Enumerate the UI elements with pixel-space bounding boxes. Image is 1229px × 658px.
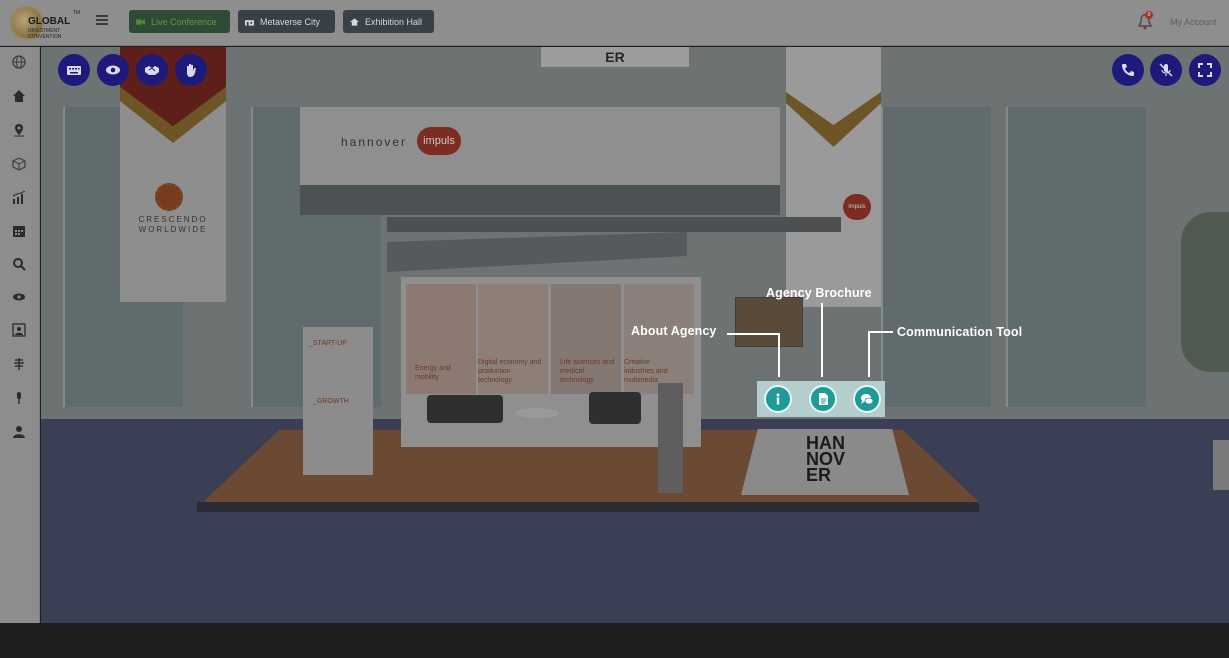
crescendo-logo-icon <box>155 183 183 211</box>
info-icon <box>776 393 780 405</box>
sidebar-item-calendar[interactable] <box>11 224 26 238</box>
wall-caption: Creative industries and multimedia <box>624 359 668 384</box>
hand-icon <box>187 64 196 77</box>
view-button[interactable] <box>97 54 129 86</box>
booth-floor-edge <box>197 502 979 512</box>
metaverse-city-button[interactable]: Metaverse City <box>238 10 335 33</box>
canopy-brand: hannover <box>341 135 408 149</box>
top-bar: GLOBAL INVESTMENT CONVENTION TM Live Con… <box>0 0 1229 46</box>
canopy-underside <box>300 185 780 215</box>
roof-sign: ER <box>541 47 689 67</box>
stack-icon <box>13 358 24 370</box>
globe-icon <box>11 55 26 69</box>
handshake-button[interactable] <box>136 54 168 86</box>
sidebar-item-home[interactable] <box>11 89 26 103</box>
metaverse-city-label: Metaverse City <box>260 16 321 27</box>
side-impuls-badge: impuls <box>843 194 871 220</box>
sidebar-item-microphone[interactable] <box>11 391 26 405</box>
about-agency-callout-line <box>778 333 780 377</box>
communication-tool-button[interactable] <box>853 385 881 413</box>
menu-icon[interactable] <box>96 15 108 25</box>
home-icon <box>350 17 359 26</box>
standee-bottom-text: _GROWTH <box>313 398 349 405</box>
mic-off-icon <box>1159 63 1173 77</box>
podium-brand-text: HAN NOV ER <box>806 433 846 485</box>
sidebar-item-stats[interactable] <box>11 191 26 205</box>
sidebar <box>0 47 40 623</box>
user-icon <box>12 426 25 438</box>
communication-tool-callout-line <box>868 331 893 333</box>
agency-brochure-button[interactable] <box>809 385 837 413</box>
video-icon <box>136 18 145 25</box>
calendar-icon <box>12 226 25 237</box>
sidebar-item-users[interactable] <box>11 425 26 439</box>
chat-icon <box>861 394 874 405</box>
brochure-rack <box>658 383 683 493</box>
eye-icon <box>106 65 120 75</box>
hall-window <box>1006 107 1146 407</box>
agency-brochure-callout: Agency Brochure <box>766 286 872 300</box>
about-agency-callout: About Agency <box>631 324 717 338</box>
wall-caption: Digital economy and production technolog… <box>478 359 542 384</box>
exhibition-hall-button[interactable]: Exhibition Hall <box>343 10 434 33</box>
communication-tool-callout: Communication Tool <box>897 325 1023 339</box>
home-icon <box>12 90 25 102</box>
booth-beam <box>387 217 841 232</box>
keyboard-button[interactable] <box>58 54 90 86</box>
city-icon <box>245 19 254 26</box>
microphone-icon <box>16 392 21 404</box>
keyboard-icon <box>67 66 81 75</box>
mute-button[interactable] <box>1150 54 1182 86</box>
sidebar-item-profile[interactable] <box>11 323 26 337</box>
hall-window <box>881 107 991 407</box>
notification-count-badge: 0 <box>1145 11 1153 19</box>
booth-sofa <box>427 395 503 423</box>
phone-icon <box>1122 64 1134 76</box>
chart-icon <box>12 191 25 204</box>
global-investment-convention-logo[interactable]: GLOBAL INVESTMENT CONVENTION TM <box>10 4 80 42</box>
crescendo-banner-text: CRESCENDO WORLDWIDE <box>138 215 208 234</box>
booth-sofa <box>589 392 641 424</box>
cube-icon <box>11 157 26 171</box>
sidebar-item-3d[interactable] <box>11 157 26 171</box>
app-window: GLOBAL INVESTMENT CONVENTION TM Live Con… <box>0 0 1229 658</box>
fullscreen-button[interactable] <box>1189 54 1221 86</box>
search-icon <box>12 258 26 271</box>
sidebar-item-location[interactable] <box>11 123 26 137</box>
sidebar-item-globe[interactable] <box>11 55 26 69</box>
sidebar-item-views[interactable] <box>11 290 26 304</box>
map-pin-icon <box>13 124 24 137</box>
profile-card-icon <box>11 323 26 337</box>
standee-top-text: _START-UP <box>309 340 347 347</box>
side-pillar <box>1213 440 1229 490</box>
handshake-icon <box>145 66 159 75</box>
fullscreen-icon <box>1198 63 1212 77</box>
document-icon <box>819 393 828 405</box>
canopy-impuls-badge: impuls <box>417 127 461 155</box>
podium-screen <box>735 297 803 347</box>
eye-icon <box>12 293 25 301</box>
about-agency-button[interactable] <box>764 385 792 413</box>
live-conference-button[interactable]: Live Conference <box>129 10 230 33</box>
about-agency-callout-line <box>727 333 780 335</box>
bottom-bar <box>0 623 1229 658</box>
live-conference-label: Live Conference <box>151 16 217 27</box>
call-button[interactable] <box>1112 54 1144 86</box>
plant-decoration <box>1181 212 1229 372</box>
sidebar-item-stack[interactable] <box>11 357 26 371</box>
logo-trademark: TM <box>73 10 81 16</box>
sidebar-item-search[interactable] <box>11 257 26 271</box>
booth-table <box>515 408 559 418</box>
raise-hand-button[interactable] <box>175 54 207 86</box>
wall-caption: Life sciences and medical technology <box>560 359 615 384</box>
agency-brochure-callout-line <box>821 303 823 377</box>
wall-caption: Energy and mobility <box>415 365 451 381</box>
communication-tool-callout-line <box>868 331 870 377</box>
exhibition-hall-label: Exhibition Hall <box>365 16 423 27</box>
logo-subtitle: INVESTMENT CONVENTION <box>28 28 62 40</box>
my-account-link[interactable]: My Account <box>1170 17 1217 27</box>
right-banner <box>786 47 881 307</box>
logo-title: GLOBAL <box>28 16 71 27</box>
